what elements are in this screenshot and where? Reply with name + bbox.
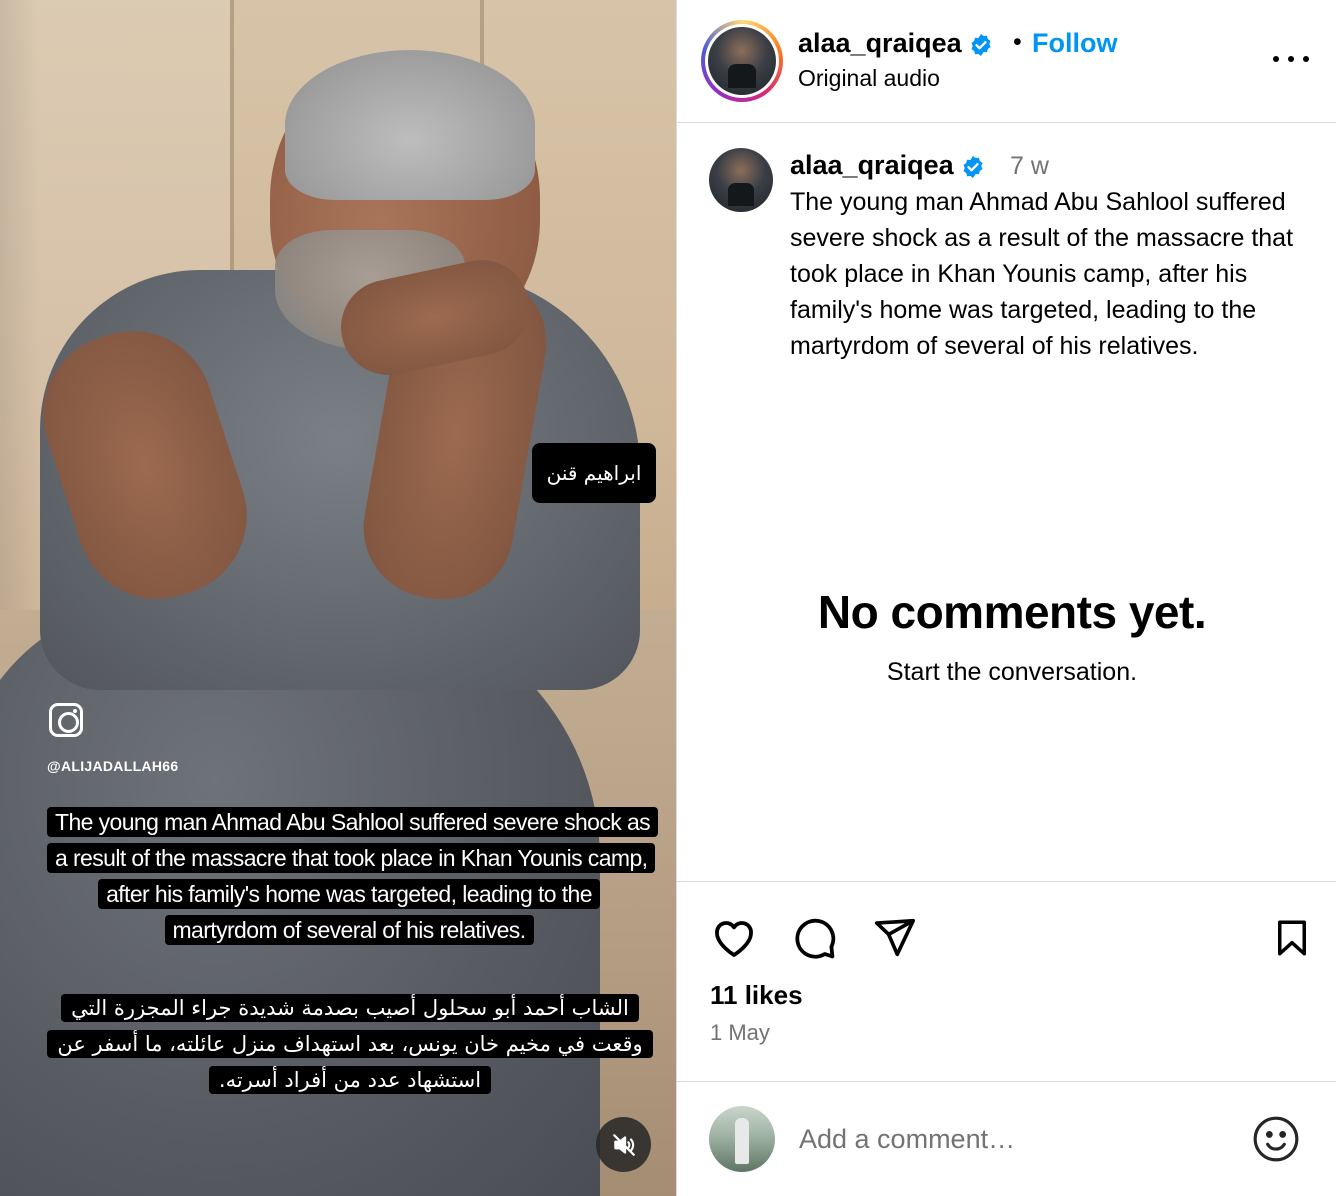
- likes-count[interactable]: 11 likes: [710, 980, 803, 1011]
- instagram-icon: [49, 703, 83, 737]
- more-options-icon[interactable]: [1273, 44, 1309, 74]
- post-header: alaa_qraiqea • Follow Original audio: [677, 0, 1336, 123]
- caption-username[interactable]: alaa_qraiqea: [790, 150, 954, 180]
- post-date[interactable]: 1 May: [710, 1020, 770, 1046]
- save-button[interactable]: [1267, 913, 1317, 963]
- subtitle-arabic-text: الشاب أحمد أبو سحلول أصيب بصدمة شديدة جر…: [47, 994, 653, 1094]
- header-separator: •: [1013, 28, 1022, 56]
- mute-button[interactable]: [596, 1117, 651, 1172]
- post-actions: 11 likes 1 May: [677, 881, 1336, 1081]
- header-username[interactable]: alaa_qraiqea: [798, 28, 962, 58]
- original-audio-link[interactable]: Original audio: [798, 65, 940, 92]
- comment-input[interactable]: [799, 1118, 1229, 1160]
- comment-icon: [795, 918, 836, 959]
- follow-button[interactable]: Follow: [1032, 28, 1117, 59]
- avatar: [708, 27, 776, 95]
- comment-button[interactable]: [789, 913, 839, 963]
- add-comment-bar: [677, 1081, 1336, 1196]
- subtitle-english: The young man Ahmad Abu Sahlool suffered…: [47, 804, 659, 948]
- current-user-avatar: [709, 1106, 775, 1172]
- share-icon: [874, 918, 915, 957]
- reel-video[interactable]: ابراهيم قنن @ALIJADALLAH66 The young man…: [0, 0, 676, 1196]
- caption-username-row: alaa_qraiqea: [790, 150, 985, 181]
- heart-icon: [715, 921, 753, 957]
- share-button[interactable]: [869, 913, 919, 963]
- watermark-handle: @ALIJADALLAH66: [47, 758, 179, 774]
- emoji-button[interactable]: [1251, 1114, 1301, 1164]
- caption-avatar[interactable]: [709, 148, 773, 212]
- muted-speaker-icon: [612, 1133, 635, 1156]
- subtitle-arabic: الشاب أحمد أبو سحلول أصيب بصدمة شديدة جر…: [40, 990, 660, 1098]
- verified-badge-icon: [963, 155, 983, 178]
- like-button[interactable]: [709, 913, 759, 963]
- bookmark-icon: [1278, 920, 1306, 956]
- caption-text: The young man Ahmad Abu Sahlool suffered…: [790, 188, 1294, 360]
- header-username-row: alaa_qraiqea: [798, 28, 993, 59]
- caption-timestamp[interactable]: 7 w: [1010, 152, 1049, 181]
- name-overlay: ابراهيم قنن: [532, 443, 656, 503]
- subtitle-english-text: The young man Ahmad Abu Sahlool suffered…: [47, 807, 659, 945]
- no-comments-subtitle: Start the conversation.: [886, 658, 1138, 686]
- post-side-panel: alaa_qraiqea • Follow Original audio ala…: [676, 0, 1336, 1196]
- verified-badge-icon: [971, 33, 991, 56]
- no-comments-title: No comments yet.: [817, 586, 1207, 638]
- story-avatar[interactable]: [701, 20, 783, 102]
- emoji-icon: [1253, 1116, 1299, 1162]
